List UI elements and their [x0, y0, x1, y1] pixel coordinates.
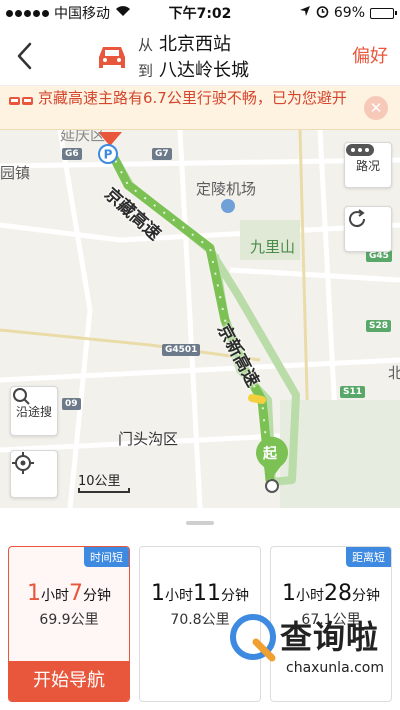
- route-tag: 距离短: [346, 547, 391, 567]
- to-prefix: 到: [138, 62, 154, 80]
- watermark: 查询啦 chaxunla.com: [228, 612, 396, 692]
- route-header: 从北京西站 到八达岭长城 偏好: [0, 26, 400, 86]
- map-label-jiulishan: 九里山: [250, 238, 296, 256]
- alarm-icon: [316, 5, 329, 22]
- route-option-1[interactable]: 时间短 1小时7分钟 69.9公里 开始导航: [8, 546, 130, 702]
- shield-09: 09: [62, 398, 81, 410]
- svg-text:P: P: [104, 148, 113, 162]
- preference-button[interactable]: 偏好: [352, 42, 388, 68]
- search-along-icon: [13, 388, 30, 405]
- shield-g4501: G4501: [162, 344, 201, 356]
- map-label-beijing: 北: [388, 364, 400, 382]
- signal-strength-icon: [6, 9, 49, 17]
- car-mode-icon: [96, 44, 128, 72]
- traffic-icon: [346, 144, 374, 156]
- along-route-search-button[interactable]: 沿途搜: [10, 386, 58, 436]
- traffic-jam-icon: [8, 93, 34, 107]
- traffic-alert-banner: 京藏高速主路有6.7公里行驶不畅，已为您避开 ✕: [0, 86, 400, 130]
- locate-me-button[interactable]: [10, 450, 58, 498]
- route-duration: 1小时11分钟: [151, 581, 249, 606]
- destination-name: 八达岭长城: [159, 60, 250, 81]
- route-endpoints[interactable]: 从北京西站 到八达岭长城: [138, 32, 249, 84]
- carrier-name: 中国移动: [54, 6, 110, 22]
- airport-icon: [221, 199, 235, 213]
- from-prefix: 从: [138, 36, 154, 54]
- wifi-icon: [115, 5, 131, 21]
- route-tag: 时间短: [84, 547, 129, 567]
- map-label-yanqing: 延庆区: [60, 130, 106, 144]
- back-button[interactable]: [8, 38, 40, 74]
- back-arrow-icon: [17, 42, 32, 70]
- map-scale-label: 10公里: [78, 474, 121, 489]
- shield-s11: S11: [340, 386, 366, 398]
- shield-s28: S28: [366, 320, 392, 332]
- slow-traffic-segment: [248, 394, 266, 404]
- watermark-logo-icon: [230, 614, 276, 662]
- route-duration: 1小时7分钟: [27, 581, 111, 606]
- status-bar: 中国移动 下午7:02 69%: [0, 0, 400, 26]
- route-duration: 1小时28分钟: [282, 581, 380, 606]
- watermark-url: chaxunla.com: [286, 660, 384, 676]
- shield-g6: G6: [62, 148, 82, 160]
- watermark-brand: 查询啦: [280, 618, 380, 656]
- map-label-guzhen: 园镇: [0, 164, 31, 182]
- start-navigation-button[interactable]: 开始导航: [9, 661, 129, 701]
- refresh-icon: [349, 209, 366, 228]
- alert-message: 京藏高速主路有6.7公里行驶不畅，已为您避开: [38, 89, 347, 107]
- battery-percent: 69%: [333, 5, 365, 21]
- route-distance: 69.9公里: [39, 612, 99, 628]
- location-arrow-icon: [299, 5, 311, 21]
- map-label-mentougou: 门头沟区: [118, 430, 179, 448]
- origin-name: 北京西站: [159, 34, 232, 55]
- traffic-button-label: 路况: [355, 158, 380, 173]
- close-alert-button[interactable]: ✕: [364, 96, 388, 120]
- map-label-dingling: 定陵机场: [196, 180, 257, 198]
- map-scale-bar: [78, 488, 130, 493]
- map-view[interactable]: P 延庆区 园镇 定陵机场 九里山 门头沟区 北 G6 G7 G45 S28 G…: [0, 130, 400, 508]
- start-marker-label: 起: [263, 446, 277, 462]
- traffic-toggle-button[interactable]: 路况: [344, 142, 392, 188]
- shield-g7: G7: [152, 148, 172, 160]
- refresh-route-button[interactable]: [344, 206, 392, 252]
- battery-icon: [370, 7, 397, 19]
- panel-drag-handle[interactable]: [186, 521, 214, 525]
- crosshair-icon: [12, 452, 34, 474]
